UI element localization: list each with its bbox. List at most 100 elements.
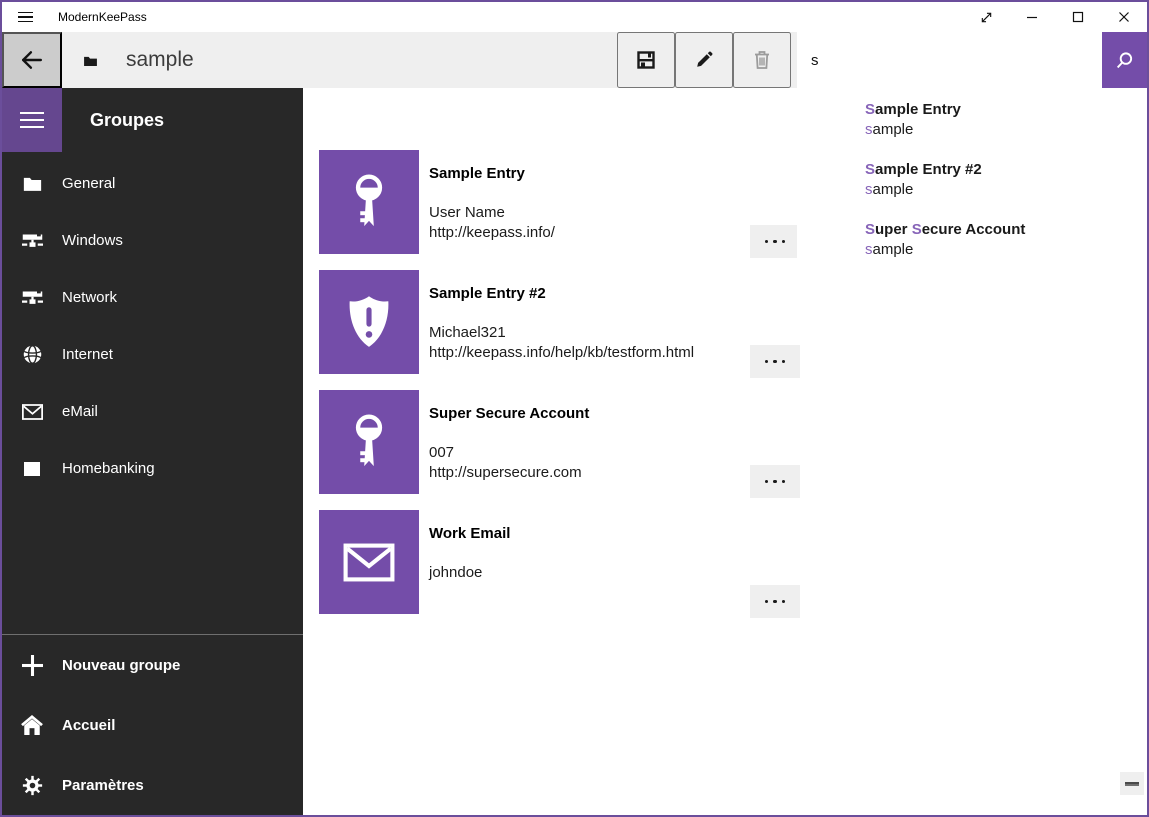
sidebar-item-internet[interactable]: Internet <box>2 326 303 383</box>
key-icon <box>348 171 390 234</box>
entry-url: http://keepass.info/help/kb/testform.htm… <box>429 343 694 363</box>
globe-icon <box>2 344 62 365</box>
app-title: ModernKeePass <box>58 10 147 24</box>
sidebar-item-homebanking[interactable]: Homebanking <box>2 440 303 497</box>
search-icon <box>1115 51 1134 70</box>
window-controls <box>963 2 1147 32</box>
sidebar-item-general[interactable]: General <box>2 155 303 212</box>
entry-text: Super Secure Account 007 http://supersec… <box>429 390 589 494</box>
suggestion-sample-entry[interactable]: Sample Entry sample <box>865 100 1145 140</box>
search-box <box>797 32 1147 88</box>
more-button[interactable] <box>750 585 800 618</box>
gear-icon <box>2 775 62 796</box>
suggestion-sample-entry-2[interactable]: Sample Entry #2 sample <box>865 160 1145 200</box>
entry-username: 007 <box>429 443 589 463</box>
key-icon <box>348 411 390 474</box>
sidebar-bottom: Nouveau groupe Accueil Paramètres <box>2 634 303 815</box>
maximize-button[interactable] <box>1055 2 1101 32</box>
sidebar-item-email[interactable]: eMail <box>2 383 303 440</box>
sidebar-heading: Groupes <box>90 110 164 131</box>
new-group-button[interactable]: Nouveau groupe <box>2 635 303 695</box>
zoom-out-button[interactable] <box>1120 772 1144 795</box>
save-icon <box>637 51 655 69</box>
commandbar-strip: sample <box>62 32 797 88</box>
search-button[interactable] <box>1102 32 1147 88</box>
network-icon <box>2 290 62 305</box>
entry-tile <box>319 150 419 254</box>
fullscreen-icon <box>980 11 993 24</box>
commandbar-actions <box>617 32 791 88</box>
network-icon <box>2 233 62 248</box>
folder-icon <box>2 176 62 191</box>
sidebar-item-label: Homebanking <box>62 460 155 477</box>
entry-url: http://keepass.info/ <box>429 223 555 243</box>
minimize-icon <box>1026 11 1038 23</box>
sidebar-item-windows[interactable]: Windows <box>2 212 303 269</box>
sidebar-item-label: Windows <box>62 232 123 249</box>
fullscreen-button[interactable] <box>963 2 1009 32</box>
more-button[interactable] <box>750 225 800 258</box>
entry-text: Sample Entry #2 Michael321 http://keepas… <box>429 270 694 374</box>
close-icon <box>1118 11 1130 23</box>
shield-alert-icon <box>346 295 392 349</box>
entry-row-super-secure-account[interactable]: Super Secure Account 007 http://supersec… <box>319 390 800 494</box>
more-button[interactable] <box>750 465 800 498</box>
search-suggestions: Sample Entry sample Sample Entry #2 samp… <box>797 88 1145 290</box>
entry-text: Sample Entry User Name http://keepass.in… <box>429 150 555 254</box>
entry-username: User Name <box>429 203 555 223</box>
back-button[interactable] <box>2 32 62 88</box>
entry-title: Super Secure Account <box>429 404 589 424</box>
entry-username: Michael321 <box>429 323 694 343</box>
entry-tile <box>319 270 419 374</box>
app-window: ModernKeePass sample <box>0 0 1149 817</box>
entry-title: Sample Entry #2 <box>429 284 694 304</box>
entry-tile <box>319 510 419 614</box>
sidebar-header: Groupes <box>2 88 303 152</box>
minus-icon <box>1125 782 1139 786</box>
home-icon <box>2 715 62 735</box>
sidebar: Groupes General Windows <box>2 88 303 815</box>
square-icon <box>2 462 62 476</box>
save-button[interactable] <box>617 32 675 88</box>
entry-tile <box>319 390 419 494</box>
mail-icon <box>2 404 62 420</box>
entry-url: http://supersecure.com <box>429 463 589 483</box>
sidebar-item-label: Network <box>62 289 117 306</box>
entry-title: Sample Entry <box>429 164 555 184</box>
group-list: General Windows Network <box>2 155 303 497</box>
edit-button[interactable] <box>675 32 733 88</box>
sidebar-action-label: Nouveau groupe <box>62 657 180 674</box>
entry-url <box>429 583 510 603</box>
search-input[interactable] <box>797 32 1102 88</box>
suggestion-super-secure-account[interactable]: Super Secure Account sample <box>865 220 1145 260</box>
entry-row-work-email[interactable]: Work Email johndoe <box>319 510 800 614</box>
back-arrow-icon <box>21 50 43 70</box>
maximize-icon <box>1072 11 1084 23</box>
titlebar: ModernKeePass <box>2 2 1147 32</box>
entry-row-sample-entry-2[interactable]: Sample Entry #2 Michael321 http://keepas… <box>319 270 800 374</box>
entry-row-sample-entry[interactable]: Sample Entry User Name http://keepass.in… <box>319 150 800 254</box>
sidebar-action-label: Accueil <box>62 717 115 734</box>
sidebar-item-label: eMail <box>62 403 98 420</box>
sidebar-item-label: General <box>62 175 115 192</box>
home-button[interactable]: Accueil <box>2 695 303 755</box>
sidebar-item-network[interactable]: Network <box>2 269 303 326</box>
database-name: sample <box>126 48 194 72</box>
sidebar-item-label: Internet <box>62 346 113 363</box>
settings-button[interactable]: Paramètres <box>2 755 303 815</box>
nav-toggle-button[interactable] <box>2 88 62 152</box>
delete-button[interactable] <box>733 32 791 88</box>
minimize-button[interactable] <box>1009 2 1055 32</box>
database-icon <box>83 55 98 66</box>
sidebar-action-label: Paramètres <box>62 777 144 794</box>
mail-icon <box>343 543 395 582</box>
entry-text: Work Email johndoe <box>429 510 510 614</box>
edit-pencil-icon <box>695 51 713 69</box>
plus-icon <box>2 655 62 676</box>
close-button[interactable] <box>1101 2 1147 32</box>
trash-icon <box>754 51 770 69</box>
entry-title: Work Email <box>429 524 510 544</box>
command-bar: sample <box>2 32 1147 88</box>
more-button[interactable] <box>750 345 800 378</box>
hamburger-icon[interactable] <box>2 2 48 32</box>
